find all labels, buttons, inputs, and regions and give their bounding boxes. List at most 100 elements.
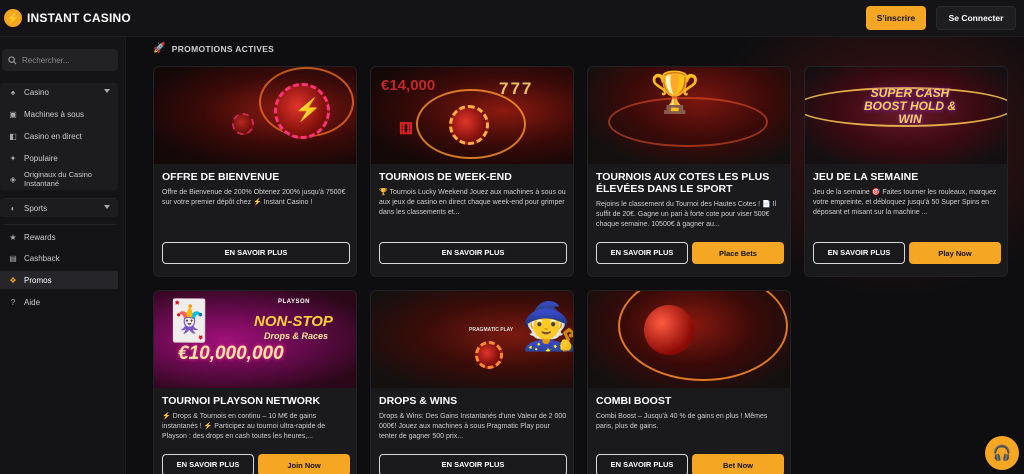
section-title-text: PROMOTIONS ACTIVES [171, 43, 275, 54]
card-title: TOURNOI PLAYSON NETWORK [162, 395, 321, 407]
sidebar-item-label: Machines à sous [24, 109, 85, 119]
promo-image: 🃏 PLAYSON NON-STOP Drops & Races €10,000… [154, 291, 356, 388]
casino-chip-icon [475, 341, 503, 369]
prize-amount: €14,000 [381, 77, 436, 94]
learn-more-button[interactable]: EN SAVOIR PLUS [813, 242, 905, 264]
star-icon: ★ [9, 232, 17, 242]
learn-more-button[interactable]: EN SAVOIR PLUS [162, 454, 254, 474]
sidebar-item-label: Populaire [24, 153, 58, 163]
brand-name: INSTANT CASINO [27, 11, 131, 25]
card-description: 🏆 Tournois Lucky Weekend Jouez aux machi… [379, 189, 566, 216]
sidebar-item-sports[interactable]: ◐ Sports [0, 199, 118, 217]
promo-card-drops-wins[interactable]: PRAGMATIC PLAY 🧙 DROPS & WINS Drops & Wi… [370, 290, 574, 474]
learn-more-button[interactable]: EN SAVOIR PLUS [379, 242, 567, 264]
casino-icon: ♠ [10, 87, 16, 97]
fire-swirl [618, 291, 788, 381]
search-input[interactable] [22, 55, 114, 65]
card-description: Jeu de la semaine 🎯 Faites tourner les r… [813, 189, 997, 216]
divider [4, 224, 116, 225]
promo-card-playson[interactable]: 🃏 PLAYSON NON-STOP Drops & Races €10,000… [153, 290, 357, 474]
promo-image: ⚡ [154, 67, 356, 164]
promo-card-game-of-week[interactable]: SUPER CASH BOOST HOLD & WIN JEU DE LA SE… [804, 66, 1008, 277]
learn-more-button[interactable]: EN SAVOIR PLUS [596, 454, 688, 474]
playson-brand: PLAYSON [278, 299, 310, 305]
login-button[interactable]: Se Connecter [936, 6, 1016, 30]
learn-more-button[interactable]: EN SAVOIR PLUS [162, 242, 350, 264]
sidebar-item-popular[interactable]: ✦ Populaire [0, 149, 118, 167]
card-description: ⚡ Drops & Tournois en continu – 10 M€ de… [162, 413, 326, 440]
card-title: JEU DE LA SEMAINE [813, 171, 919, 183]
sidebar-item-label: Casino [24, 87, 49, 97]
sidebar-item-casino[interactable]: ♠ Casino [0, 83, 118, 101]
sidebar-item-originals[interactable]: ◈ Originaux du Casino Instantané [0, 169, 118, 189]
sidebar-item-live-casino[interactable]: ◧ Casino en direct [0, 127, 118, 145]
learn-more-button[interactable]: EN SAVOIR PLUS [379, 454, 567, 474]
casino-chip-icon [232, 113, 254, 135]
sidebar-item-label: Originaux du Casino Instantané [24, 170, 92, 188]
card-description: Combi Boost – Jusqu'à 40 % de gains en p… [596, 413, 768, 430]
slot-reels-icon: 777 [499, 79, 534, 98]
sidebar-item-label: Casino en direct [24, 131, 82, 141]
chevron-down-icon [104, 205, 110, 209]
support-headset-icon[interactable]: 🎧 [985, 436, 1019, 470]
sidebar-item-label: Promos [24, 275, 52, 285]
card-title: DROPS & WINS [379, 395, 458, 407]
card-title: OFFRE DE BIENVENUE [162, 171, 280, 183]
zeus-character-icon: 🧙 [521, 300, 574, 352]
lightning-swirl [608, 97, 768, 147]
join-now-button[interactable]: Join Now [258, 454, 350, 474]
cashback-icon: ▤ [9, 253, 17, 263]
play-now-button[interactable]: Play Now [909, 242, 1001, 264]
live-casino-icon: ◧ [9, 131, 17, 141]
card-description: Offre de Bienvenue de 200% Obtenez 200% … [162, 189, 346, 206]
rocket-icon: 🚀 [153, 43, 166, 54]
promo-card-combi-boost[interactable]: COMBI BOOST Combi Boost – Jusqu'à 40 % d… [587, 290, 791, 474]
dice-icon: ⚅ [399, 121, 413, 138]
sports-icon: ◐ [10, 203, 16, 213]
promo-image: €14,000 777 ⚅ [371, 67, 573, 164]
lightning-icon: ⚡ [294, 97, 322, 122]
search-icon [8, 55, 17, 65]
sidebar-item-promos[interactable]: ❖ Promos [0, 271, 118, 289]
promo-subline: Drops & Races [264, 331, 329, 341]
pragmatic-play-brand: PRAGMATIC PLAY [469, 327, 514, 333]
brand-logo[interactable]: ⚡ INSTANT CASINO [4, 9, 131, 27]
card-description: Drops & Wins: Des Gains Instantanés d'un… [379, 413, 567, 440]
promo-card-welcome[interactable]: ⚡ OFFRE DE BIENVENUE Offre de Bienvenue … [153, 66, 357, 277]
promo-image: 🏆 [588, 67, 790, 164]
sidebar-item-rewards[interactable]: ★ Rewards [0, 228, 118, 246]
sparkle-icon: ✦ [9, 153, 17, 163]
card-title: TOURNOIS AUX COTES LES PLUS ÉLEVÉES DANS… [596, 171, 770, 195]
promo-image: SUPER CASH BOOST HOLD & WIN [805, 67, 1007, 164]
jester-icon: 🃏 [164, 299, 214, 343]
place-bets-button[interactable]: Place Bets [692, 242, 784, 264]
signup-button[interactable]: S'inscrire [866, 6, 926, 30]
originals-icon: ◈ [9, 174, 17, 184]
promo-image: PRAGMATIC PLAY 🧙 [371, 291, 574, 388]
section-title: 🚀 PROMOTIONS ACTIVES [153, 43, 274, 54]
card-description: Rejoins le classement du Tournoi des Hau… [596, 201, 777, 228]
promo-card-weekend-tournament[interactable]: €14,000 777 ⚅ TOURNOIS DE WEEK-END 🏆 Tou… [370, 66, 574, 277]
prize-amount: €10,000,000 [178, 343, 284, 364]
roulette-center-icon [449, 105, 489, 145]
football-icon [644, 305, 694, 355]
sidebar-item-help[interactable]: ? Aide [0, 293, 118, 311]
slot-machine-icon: ▣ [9, 109, 17, 119]
game-logo-text: SUPER CASH BOOST HOLD & WIN [864, 86, 956, 126]
sidebar-item-label: Sports [24, 203, 48, 213]
learn-more-button[interactable]: EN SAVOIR PLUS [596, 242, 688, 264]
top-bar: ⚡ INSTANT CASINO S'inscrire Se Connecter [0, 0, 1024, 37]
card-title: COMBI BOOST [596, 395, 672, 407]
bet-now-button[interactable]: Bet Now [692, 454, 784, 474]
sidebar-item-slots[interactable]: ▣ Machines à sous [0, 105, 118, 123]
chevron-down-icon [104, 89, 110, 93]
sidebar-item-label: Rewards [24, 232, 56, 242]
promo-icon: ❖ [9, 275, 17, 285]
help-icon: ? [10, 297, 16, 307]
promo-card-high-odds[interactable]: 🏆 TOURNOIS AUX COTES LES PLUS ÉLEVÉES DA… [587, 66, 791, 277]
sidebar-item-cashback[interactable]: ▤ Cashback [0, 249, 118, 267]
lightning-icon: ⚡ [4, 9, 22, 27]
sidebar-item-label: Aide [24, 297, 41, 307]
card-title: TOURNOIS DE WEEK-END [379, 171, 512, 183]
search-box[interactable] [2, 49, 118, 71]
